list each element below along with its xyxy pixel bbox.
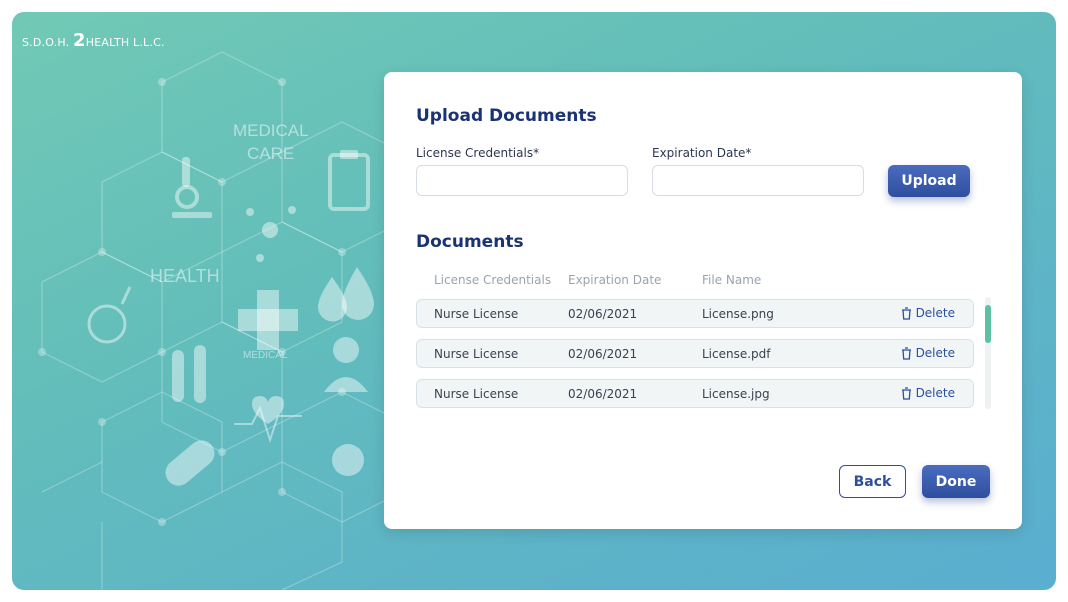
app-background: MEDICAL CARE HEALTH MEDICAL S.D.O.H. 2HE… [12, 12, 1056, 590]
column-header-file-name: File Name [702, 273, 762, 287]
column-header-expiration: Expiration Date [568, 273, 662, 287]
done-button[interactable]: Done [922, 465, 990, 498]
delete-label: Delete [915, 346, 955, 360]
delete-label: Delete [915, 306, 955, 320]
brand-number: 2 [73, 30, 86, 51]
row-expiration: 02/06/2021 [568, 387, 638, 401]
bg-text-medical-small: MEDICAL [243, 350, 288, 361]
row-file-name: License.jpg [702, 387, 770, 401]
license-credentials-input[interactable] [416, 165, 628, 196]
row-expiration: 02/06/2021 [568, 307, 638, 321]
expiration-date-input[interactable] [652, 165, 864, 196]
row-credential: Nurse License [434, 347, 519, 361]
scrollbar-thumb[interactable] [985, 305, 991, 343]
delete-button[interactable]: Delete [901, 306, 955, 320]
trash-icon [901, 386, 911, 400]
brand-logo: S.D.O.H. 2HEALTH L.L.C. [22, 30, 165, 51]
bg-text-health: HEALTH [150, 266, 220, 286]
delete-label: Delete [915, 386, 955, 400]
documents-title: Documents [416, 232, 524, 252]
upload-documents-card: Upload Documents License Credentials* Ex… [384, 72, 1022, 529]
brand-suffix: HEALTH L.L.C. [85, 36, 165, 49]
back-button[interactable]: Back [839, 465, 906, 498]
table-row: Nurse License 02/06/2021 License.png Del… [416, 299, 974, 328]
row-file-name: License.png [702, 307, 774, 321]
delete-button[interactable]: Delete [901, 386, 955, 400]
row-expiration: 02/06/2021 [568, 347, 638, 361]
row-file-name: License.pdf [702, 347, 771, 361]
license-credentials-label: License Credentials* [416, 146, 540, 160]
expiration-date-label: Expiration Date* [652, 146, 752, 160]
row-credential: Nurse License [434, 307, 519, 321]
row-credential: Nurse License [434, 387, 519, 401]
trash-icon [901, 306, 911, 320]
documents-scrollbar[interactable] [985, 297, 991, 409]
bg-text-medical: MEDICAL [233, 121, 309, 140]
table-row: Nurse License 02/06/2021 License.pdf Del… [416, 339, 974, 368]
upload-documents-title: Upload Documents [416, 106, 597, 126]
column-header-license: License Credentials [434, 273, 552, 287]
upload-button[interactable]: Upload [888, 165, 970, 197]
table-row: Nurse License 02/06/2021 License.jpg Del… [416, 379, 974, 408]
delete-button[interactable]: Delete [901, 346, 955, 360]
medical-pattern-illustration: MEDICAL CARE HEALTH MEDICAL [38, 51, 406, 590]
brand-prefix: S.D.O.H. [22, 36, 70, 49]
trash-icon [901, 346, 911, 360]
bg-text-care: CARE [247, 144, 294, 163]
